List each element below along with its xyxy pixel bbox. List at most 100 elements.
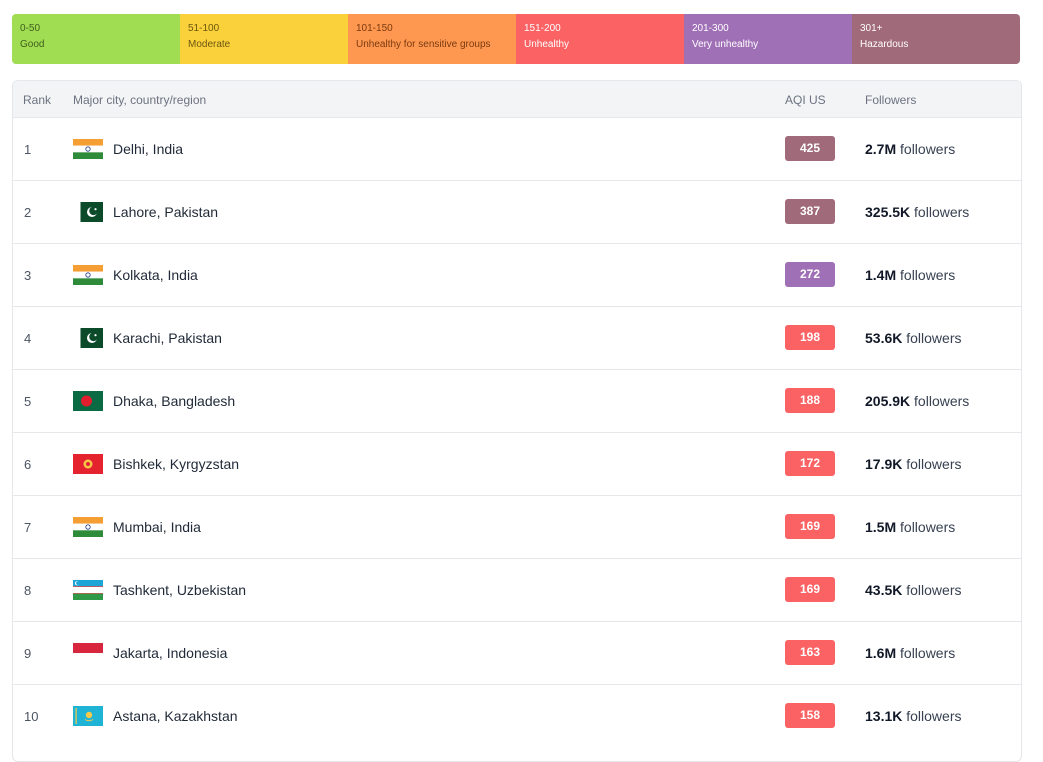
- followers-label: followers: [900, 645, 956, 661]
- aqi-badge: 158: [785, 703, 835, 728]
- scale-range: 51-100: [188, 23, 220, 34]
- header-followers[interactable]: Followers: [865, 93, 916, 107]
- followers-count: 43.5K followers: [865, 582, 962, 598]
- rank-number: 10: [24, 709, 39, 724]
- table-body: 1 Delhi, India 425 2.7M followers 2 Lahore, P…: [13, 117, 1021, 747]
- aqi-badge: 169: [785, 577, 835, 602]
- followers-label: followers: [906, 708, 962, 724]
- rank-number: 9: [24, 646, 32, 661]
- aqi-badge: 425: [785, 136, 835, 161]
- scale-range: 101-150: [356, 23, 393, 34]
- followers-number: 1.6M: [865, 645, 897, 661]
- table-row[interactable]: 2 Lahore, Pakistan 387 325.5K followers: [13, 180, 1021, 243]
- followers-count: 13.1K followers: [865, 708, 962, 724]
- scale-range: 201-300: [692, 23, 729, 34]
- followers-label: followers: [900, 519, 956, 535]
- aqi-scale-legend: 0-50 Good 51-100 Moderate 101-150 Unhealthy…: [12, 14, 1020, 64]
- followers-number: 13.1K: [865, 708, 903, 724]
- scale-good: 0-50 Good: [12, 14, 180, 64]
- scale-label: Unhealthy: [524, 39, 570, 50]
- kyrgyzstan-flag-icon: [73, 454, 103, 474]
- rank-number: 3: [24, 268, 32, 283]
- table-row[interactable]: 5 Dhaka, Bangladesh 188 205.9K followers: [13, 369, 1021, 432]
- city-link[interactable]: Karachi, Pakistan: [113, 330, 222, 346]
- scale-label: Very unhealthy: [692, 39, 759, 50]
- followers-number: 325.5K: [865, 204, 911, 220]
- city-link[interactable]: Delhi, India: [113, 141, 183, 157]
- city-link[interactable]: Dhaka, Bangladesh: [113, 393, 235, 409]
- followers-number: 2.7M: [865, 141, 897, 157]
- bangladesh-flag-icon: [73, 391, 103, 411]
- followers-count: 1.5M followers: [865, 519, 955, 535]
- rank-number: 6: [24, 457, 32, 472]
- followers-count: 205.9K followers: [865, 393, 969, 409]
- scale-range: 301+: [860, 23, 883, 34]
- followers-label: followers: [906, 330, 962, 346]
- table-row[interactable]: 6 Bishkek, Kyrgyzstan 172 17.9K followers: [13, 432, 1021, 495]
- scale-range: 0-50: [20, 23, 41, 34]
- aqi-badge: 198: [785, 325, 835, 350]
- aqi-badge: 387: [785, 199, 835, 224]
- india-flag-icon: [73, 139, 103, 159]
- kazakhstan-flag-icon: [73, 706, 103, 726]
- table-row[interactable]: 4 Karachi, Pakistan 198 53.6K followers: [13, 306, 1021, 369]
- followers-label: followers: [900, 267, 956, 283]
- header-aqi[interactable]: AQI US: [785, 93, 826, 107]
- header-rank[interactable]: Rank: [23, 93, 51, 107]
- table-row[interactable]: 8 Tashkent, Uzbekistan 169 43.5K followers: [13, 558, 1021, 621]
- aqi-badge: 272: [785, 262, 835, 287]
- aqi-badge: 188: [785, 388, 835, 413]
- table-header: Rank Major city, country/region AQI US F…: [13, 81, 1021, 117]
- followers-number: 205.9K: [865, 393, 911, 409]
- scale-hazardous: 301+ Hazardous: [852, 14, 1020, 64]
- followers-number: 1.4M: [865, 267, 897, 283]
- followers-count: 1.4M followers: [865, 267, 955, 283]
- header-city[interactable]: Major city, country/region: [73, 93, 206, 107]
- aqi-badge: 169: [785, 514, 835, 539]
- followers-number: 43.5K: [865, 582, 903, 598]
- rank-number: 5: [24, 394, 32, 409]
- scale-unhealthy-sensitive: 101-150 Unhealthy for sensitive groups: [348, 14, 516, 64]
- india-flag-icon: [73, 265, 103, 285]
- table-row[interactable]: 1 Delhi, India 425 2.7M followers: [13, 117, 1021, 180]
- indonesia-flag-icon: [73, 643, 103, 663]
- rank-number: 8: [24, 583, 32, 598]
- table-row[interactable]: 7 Mumbai, India 169 1.5M followers: [13, 495, 1021, 558]
- city-link[interactable]: Kolkata, India: [113, 267, 198, 283]
- followers-number: 17.9K: [865, 456, 903, 472]
- scale-label: Good: [20, 39, 45, 50]
- pakistan-flag-icon: [73, 328, 103, 348]
- table-row[interactable]: 3 Kolkata, India 272 1.4M followers: [13, 243, 1021, 306]
- scale-very-unhealthy: 201-300 Very unhealthy: [684, 14, 852, 64]
- followers-label: followers: [906, 456, 962, 472]
- followers-label: followers: [906, 582, 962, 598]
- followers-count: 1.6M followers: [865, 645, 955, 661]
- scale-moderate: 51-100 Moderate: [180, 14, 348, 64]
- followers-number: 1.5M: [865, 519, 897, 535]
- aqi-badge: 172: [785, 451, 835, 476]
- followers-count: 325.5K followers: [865, 204, 969, 220]
- table-row[interactable]: 10 Astana, Kazakhstan 158 13.1K followers: [13, 684, 1021, 747]
- uzbekistan-flag-icon: [73, 580, 103, 600]
- city-link[interactable]: Tashkent, Uzbekistan: [113, 582, 246, 598]
- followers-count: 17.9K followers: [865, 456, 962, 472]
- followers-label: followers: [900, 141, 956, 157]
- city-link[interactable]: Mumbai, India: [113, 519, 201, 535]
- followers-count: 2.7M followers: [865, 141, 955, 157]
- table-row[interactable]: 9 Jakarta, Indonesia 163 1.6M followers: [13, 621, 1021, 684]
- city-link[interactable]: Bishkek, Kyrgyzstan: [113, 456, 239, 472]
- city-link[interactable]: Jakarta, Indonesia: [113, 645, 227, 661]
- india-flag-icon: [73, 517, 103, 537]
- rank-number: 1: [24, 142, 32, 157]
- followers-number: 53.6K: [865, 330, 903, 346]
- pakistan-flag-icon: [73, 202, 103, 222]
- city-link[interactable]: Astana, Kazakhstan: [113, 708, 238, 724]
- scale-label: Moderate: [188, 39, 231, 50]
- city-link[interactable]: Lahore, Pakistan: [113, 204, 218, 220]
- scale-unhealthy: 151-200 Unhealthy: [516, 14, 684, 64]
- scale-range: 151-200: [524, 23, 561, 34]
- followers-label: followers: [914, 393, 970, 409]
- scale-label: Hazardous: [860, 39, 909, 50]
- rank-number: 4: [24, 331, 32, 346]
- followers-label: followers: [914, 204, 970, 220]
